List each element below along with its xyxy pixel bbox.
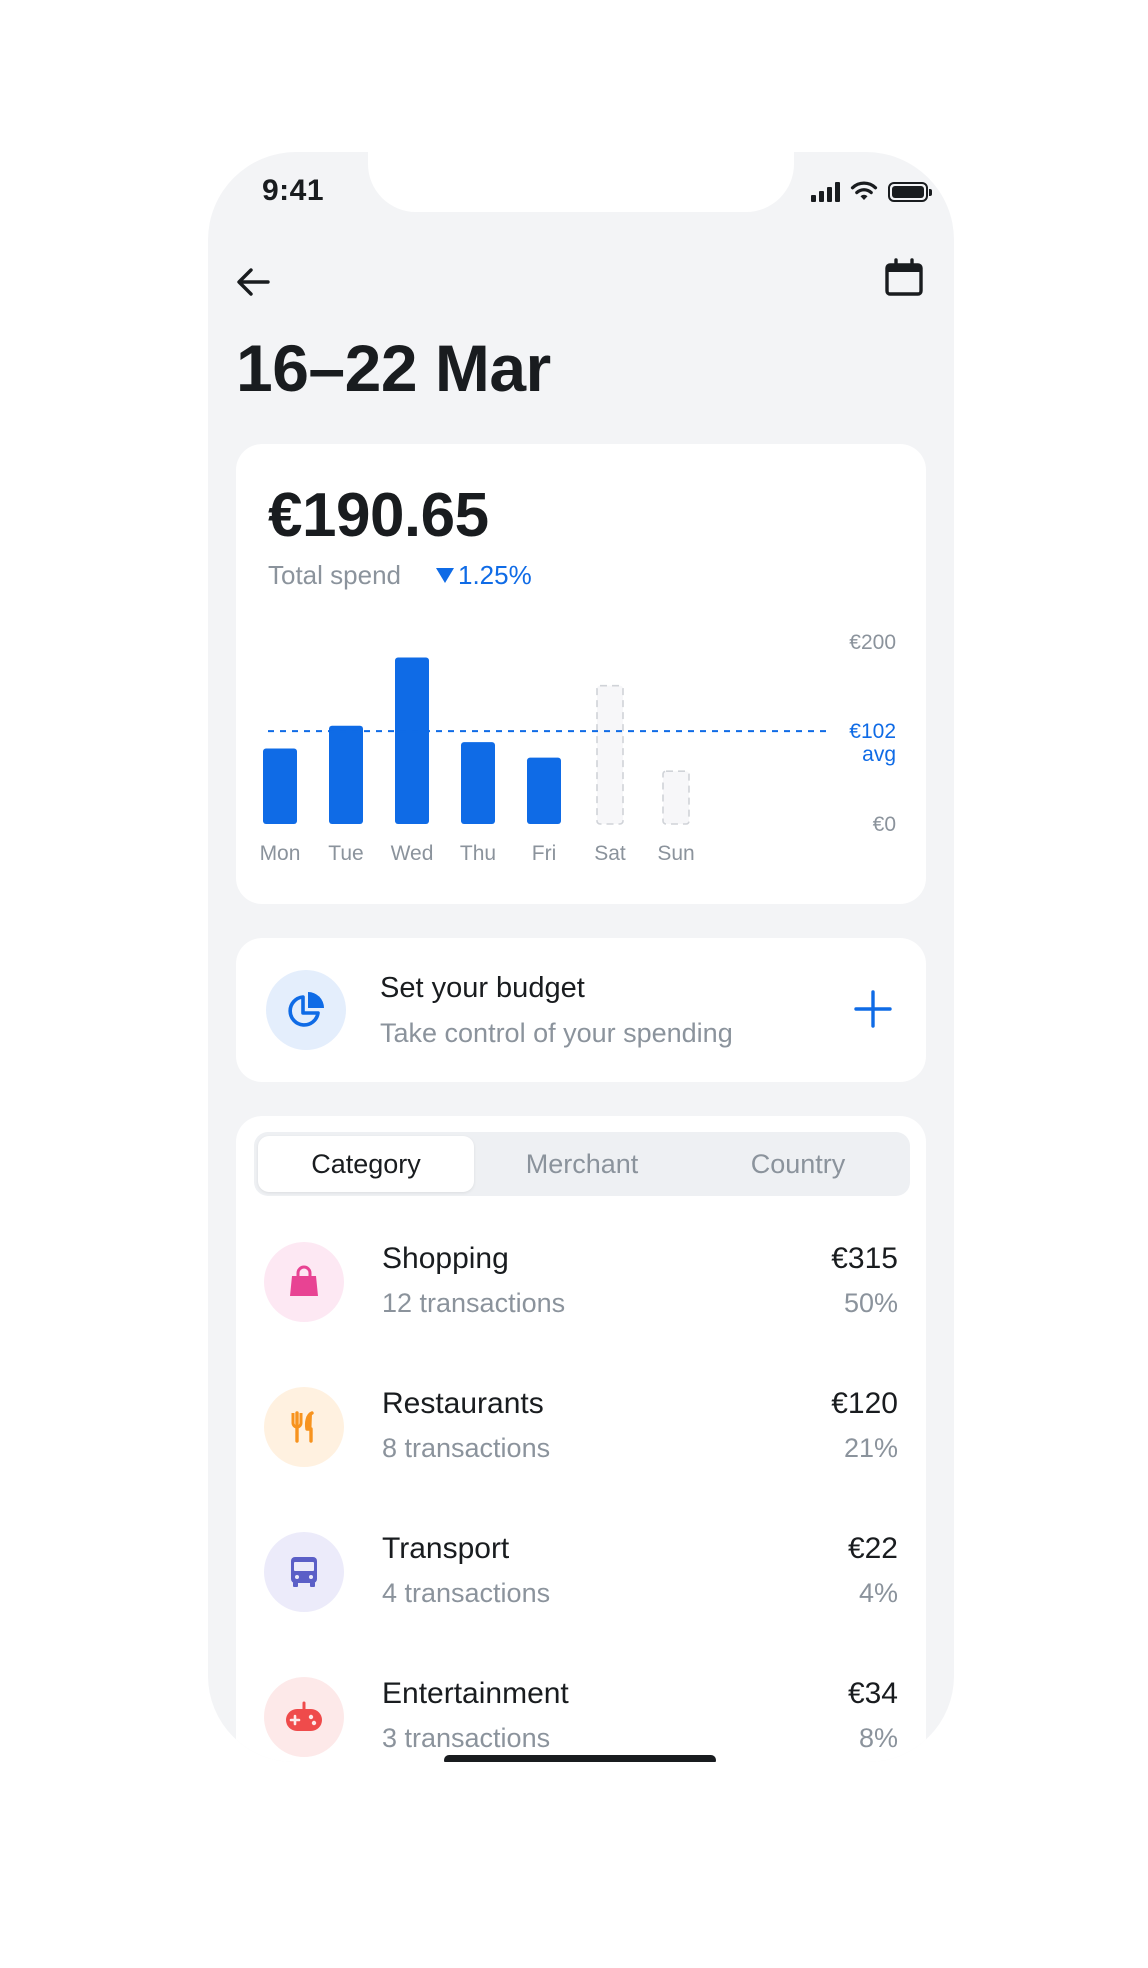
chart-bar-thu (461, 742, 495, 824)
add-budget-button[interactable] (850, 986, 896, 1032)
notch (368, 152, 794, 212)
fork-knife-icon (291, 1411, 314, 1443)
category-name: Restaurants (382, 1387, 544, 1420)
chart-bar-fri (527, 757, 561, 824)
chart-bar-placeholder-sat (596, 684, 624, 825)
shopping-bag-icon (290, 1265, 318, 1296)
category-row-entertainment[interactable]: Entertainment 3 transactions €34 8% (236, 1677, 926, 1762)
budget-title: Set your budget (380, 972, 585, 1004)
category-percent: 50% (843, 1288, 898, 1318)
calendar-icon (885, 258, 923, 296)
chart-bar-wed (395, 657, 429, 824)
category-percent: 8% (858, 1723, 898, 1753)
category-name: Entertainment (382, 1677, 569, 1710)
tab-merchant[interactable]: Merchant (474, 1136, 690, 1192)
gamepad-icon (286, 1701, 322, 1731)
chart-avg-sublabel: avg (862, 743, 896, 766)
breakdown-tabs: Category Merchant Country (254, 1132, 910, 1196)
shopping-icon-container (264, 1242, 344, 1322)
category-row-restaurants[interactable]: Restaurants 8 transactions €120 21% (236, 1387, 926, 1497)
category-row-transport[interactable]: Transport 4 transactions €22 4% (236, 1532, 926, 1642)
chart-x-label-sun: Sun (657, 842, 694, 865)
chart-y-label-min: €0 (873, 813, 896, 836)
phone-screen: 9:41 16–22 Mar €190.65 Total spend 1.25% (208, 152, 954, 1762)
chart-bar-placeholder-sun (662, 770, 690, 825)
chart-bar-tue (329, 725, 363, 824)
page-title: 16–22 Mar (236, 331, 551, 405)
category-amount: €34 (847, 1677, 898, 1710)
chart-x-label-sat: Sat (594, 842, 626, 865)
home-indicator (444, 1755, 716, 1762)
back-button[interactable] (232, 260, 276, 304)
restaurants-icon-container (264, 1387, 344, 1467)
chart-avg-value: €102 (849, 720, 896, 743)
category-transactions: 3 transactions (382, 1723, 551, 1753)
budget-subtitle: Take control of your spending (380, 1018, 733, 1048)
spend-summary-card: €190.65 Total spend 1.25% Mon Tue Wed Thu Fr… (236, 444, 926, 904)
category-amount: €315 (831, 1242, 898, 1275)
category-percent: 21% (843, 1433, 898, 1463)
chart-x-label-tue: Tue (328, 842, 363, 865)
category-transactions: 8 transactions (382, 1433, 551, 1463)
calendar-button[interactable] (882, 256, 926, 300)
wifi-icon (850, 181, 878, 200)
category-name: Transport (382, 1532, 510, 1565)
tab-country[interactable]: Country (690, 1136, 906, 1192)
category-percent: 4% (858, 1578, 898, 1608)
budget-icon-container (266, 970, 346, 1050)
category-name: Shopping (382, 1242, 509, 1275)
chart-y-label-max: €200 (849, 631, 896, 654)
chart-x-label-wed: Wed (391, 842, 434, 865)
chart-bar-mon (263, 748, 297, 824)
set-budget-card[interactable]: Set your budget Take control of your spe… (236, 938, 926, 1082)
category-amount: €120 (831, 1387, 898, 1420)
entertainment-icon-container (264, 1677, 344, 1757)
bus-icon (291, 1557, 317, 1587)
chart-x-label-thu: Thu (460, 842, 496, 865)
pie-chart-icon (288, 992, 324, 1027)
battery-icon (888, 182, 932, 202)
transport-icon-container (264, 1532, 344, 1612)
chart-x-label-fri: Fri (532, 842, 557, 865)
category-amount: €22 (847, 1532, 898, 1565)
signal-icon (811, 182, 840, 202)
category-transactions: 4 transactions (382, 1578, 551, 1608)
breakdown-card: Category Merchant Country Shopping 12 tr… (236, 1116, 926, 1762)
chart-x-label-mon: Mon (260, 842, 301, 865)
weekly-spend-chart: Mon Tue Wed Thu Fri Sat Sun €102avg €200 €0 (260, 631, 896, 865)
plus-icon (854, 990, 892, 1028)
category-transactions: 12 transactions (382, 1288, 566, 1318)
tab-category[interactable]: Category (258, 1136, 474, 1192)
category-row-shopping[interactable]: Shopping 12 transactions €315 50% (236, 1242, 926, 1352)
status-time: 9:41 (262, 174, 325, 207)
status-icons (811, 180, 932, 202)
arrow-left-icon (237, 268, 270, 296)
